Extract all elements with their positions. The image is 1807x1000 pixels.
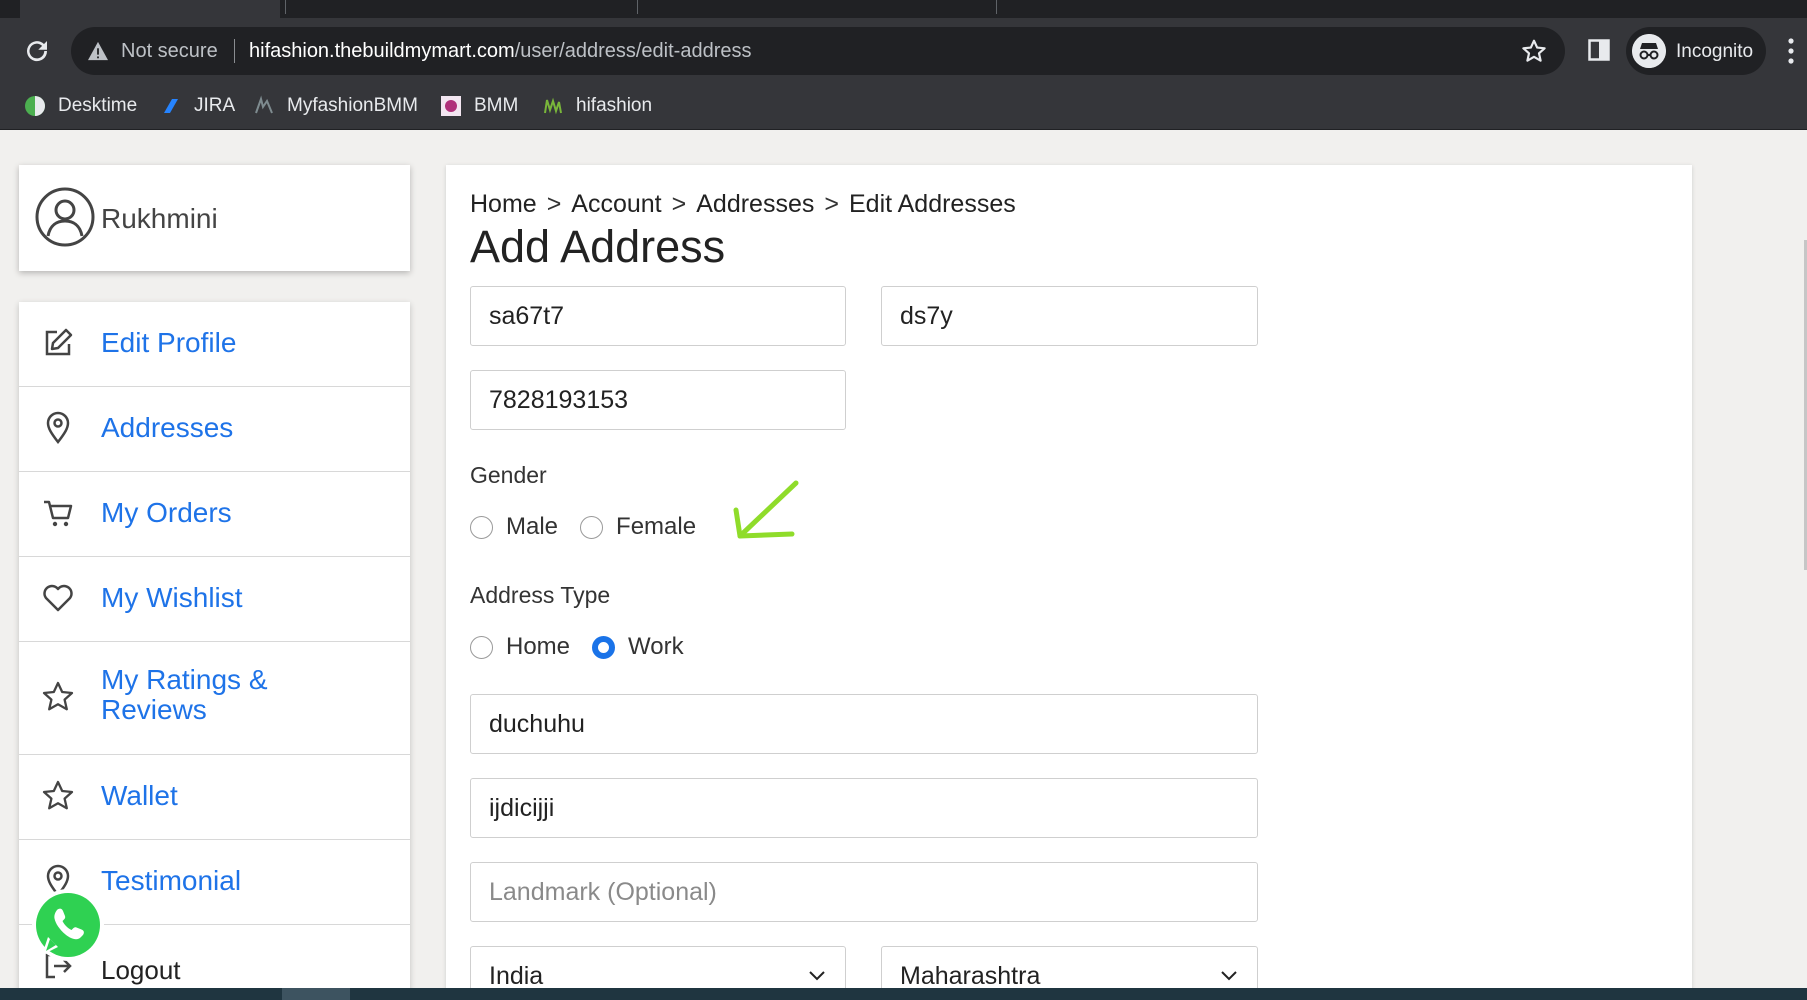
address-bar[interactable]: Not secure hifashion.thebuildmymart.com/… [71, 27, 1565, 75]
last-name-field[interactable]: ds7y [881, 286, 1258, 346]
bookmark-hifashion[interactable]: hifashion [542, 93, 652, 119]
breadcrumb-separator: > [546, 190, 562, 218]
user-avatar-icon [35, 187, 95, 247]
tab-divider [637, 0, 638, 14]
reload-icon[interactable] [22, 36, 52, 66]
profile-card: Rukhmini [19, 165, 410, 271]
chevron-down-icon [809, 971, 825, 981]
country-value: India [489, 962, 544, 990]
location-pin-icon [46, 411, 70, 445]
menu-item-label: My Ratings & Reviews [101, 664, 268, 725]
address-type-work-label[interactable]: Work [628, 633, 684, 661]
incognito-label: Incognito [1676, 41, 1754, 62]
menu-item-label: Testimonial [101, 865, 242, 896]
menu-item-label: Addresses [101, 412, 234, 443]
star-icon [42, 681, 74, 711]
user-name: Rukhmini [101, 203, 218, 234]
tab-divider [285, 0, 286, 14]
breadcrumb-separator: > [671, 190, 687, 218]
browser-tab-strip [0, 0, 1807, 18]
chevron-down-icon [1221, 971, 1237, 981]
warning-icon[interactable] [87, 41, 109, 61]
taskbar-item[interactable] [282, 988, 350, 1000]
bookmark-label: Desktime [58, 95, 138, 116]
myfashion-icon [255, 95, 273, 114]
bookmark-label: hifashion [576, 95, 653, 116]
menu-item-wallet[interactable]: Wallet [19, 755, 410, 840]
bookmarks-bar: Desktime JIRA MyfashionBMM BMM hifashion [0, 83, 1807, 130]
address-bar-separator [234, 39, 235, 63]
gender-label: Gender [470, 462, 547, 488]
security-status-label[interactable]: Not secure [121, 40, 218, 63]
breadcrumb-home[interactable]: Home [470, 190, 537, 219]
whatsapp-chat-icon[interactable] [28, 885, 108, 965]
menu-item-my-wishlist[interactable]: My Wishlist [19, 557, 410, 642]
bookmark-label: BMM [474, 95, 519, 116]
bookmark-myfashionbmm[interactable]: MyfashionBMM [253, 93, 418, 119]
landmark-placeholder: Landmark (Optional) [489, 878, 717, 906]
side-panel-icon[interactable] [1588, 39, 1610, 61]
breadcrumb-addresses[interactable]: Addresses [696, 190, 814, 219]
bookmark-jira[interactable]: JIRA [160, 93, 235, 119]
phone-field[interactable]: 7828193153 [470, 370, 846, 430]
gender-radio-group: Male Female [470, 513, 718, 541]
hifashion-icon [544, 97, 562, 115]
address-line2-field[interactable]: ijdicijji [470, 778, 1258, 838]
address-line1-field[interactable]: duchuhu [470, 694, 1258, 754]
browser-tab-active[interactable] [20, 0, 280, 18]
menu-item-edit-profile[interactable]: Edit Profile [19, 302, 410, 387]
url-text[interactable]: hifashion.thebuildmymart.com/user/addres… [249, 40, 751, 63]
address-type-home-radio[interactable] [470, 635, 493, 659]
gender-female-label[interactable]: Female [616, 513, 696, 541]
bookmark-desktime[interactable]: Desktime [24, 93, 137, 119]
gender-male-label[interactable]: Male [506, 513, 558, 541]
menu-item-addresses[interactable]: Addresses [19, 387, 410, 472]
gender-male-radio[interactable] [470, 515, 493, 539]
url-path: /user/address/edit-address [514, 40, 752, 62]
browser-menu-icon[interactable] [1787, 37, 1795, 65]
page-title: Add Address [470, 221, 726, 272]
annotation-arrow-icon [733, 480, 799, 539]
state-value: Maharashtra [900, 962, 1041, 990]
bookmark-bmm[interactable]: BMM [440, 93, 518, 119]
address-form-card: Home > Account > Addresses > Edit Addres… [446, 165, 1692, 1000]
desktime-icon [25, 96, 45, 116]
incognito-icon [1632, 34, 1666, 68]
os-taskbar [0, 988, 1807, 1000]
menu-item-label: My Wishlist [101, 582, 243, 613]
menu-item-my-orders[interactable]: My Orders [19, 472, 410, 557]
menu-item-label: Logout [101, 955, 181, 985]
menu-item-label: Wallet [101, 780, 178, 811]
bookmark-label: JIRA [194, 95, 236, 116]
breadcrumb-edit-addresses: Edit Addresses [848, 190, 1016, 218]
bookmark-star-icon[interactable] [1521, 38, 1547, 64]
menu-item-label: Edit Profile [101, 327, 237, 358]
first-name-field[interactable]: sa67t7 [470, 286, 846, 346]
url-host: hifashion.thebuildmymart.com [249, 40, 515, 62]
browser-toolbar: Not secure hifashion.thebuildmymart.com/… [0, 18, 1807, 83]
bmm-icon [441, 96, 461, 116]
cart-icon [44, 500, 73, 527]
bookmark-label: MyfashionBMM [287, 95, 418, 116]
star-icon [42, 780, 74, 810]
menu-item-my-ratings-reviews[interactable]: My Ratings & Reviews [19, 642, 410, 755]
address-type-label: Address Type [470, 582, 611, 608]
edit-icon [45, 328, 73, 356]
menu-item-label: My Orders [101, 497, 232, 528]
incognito-badge[interactable]: Incognito [1626, 27, 1766, 75]
tab-divider [996, 0, 997, 14]
breadcrumb-account[interactable]: Account [571, 190, 661, 219]
breadcrumb-separator: > [824, 190, 839, 218]
heart-icon [43, 584, 73, 612]
address-type-home-label[interactable]: Home [506, 633, 570, 661]
jira-icon [164, 99, 178, 113]
breadcrumb: Home > Account > Addresses > Edit Addres… [470, 190, 1016, 219]
gender-female-radio[interactable] [580, 515, 604, 539]
address-type-work-radio[interactable] [592, 635, 616, 659]
address-type-radio-group: Home Work [470, 633, 706, 661]
landmark-field[interactable]: Landmark (Optional) [470, 862, 1258, 922]
